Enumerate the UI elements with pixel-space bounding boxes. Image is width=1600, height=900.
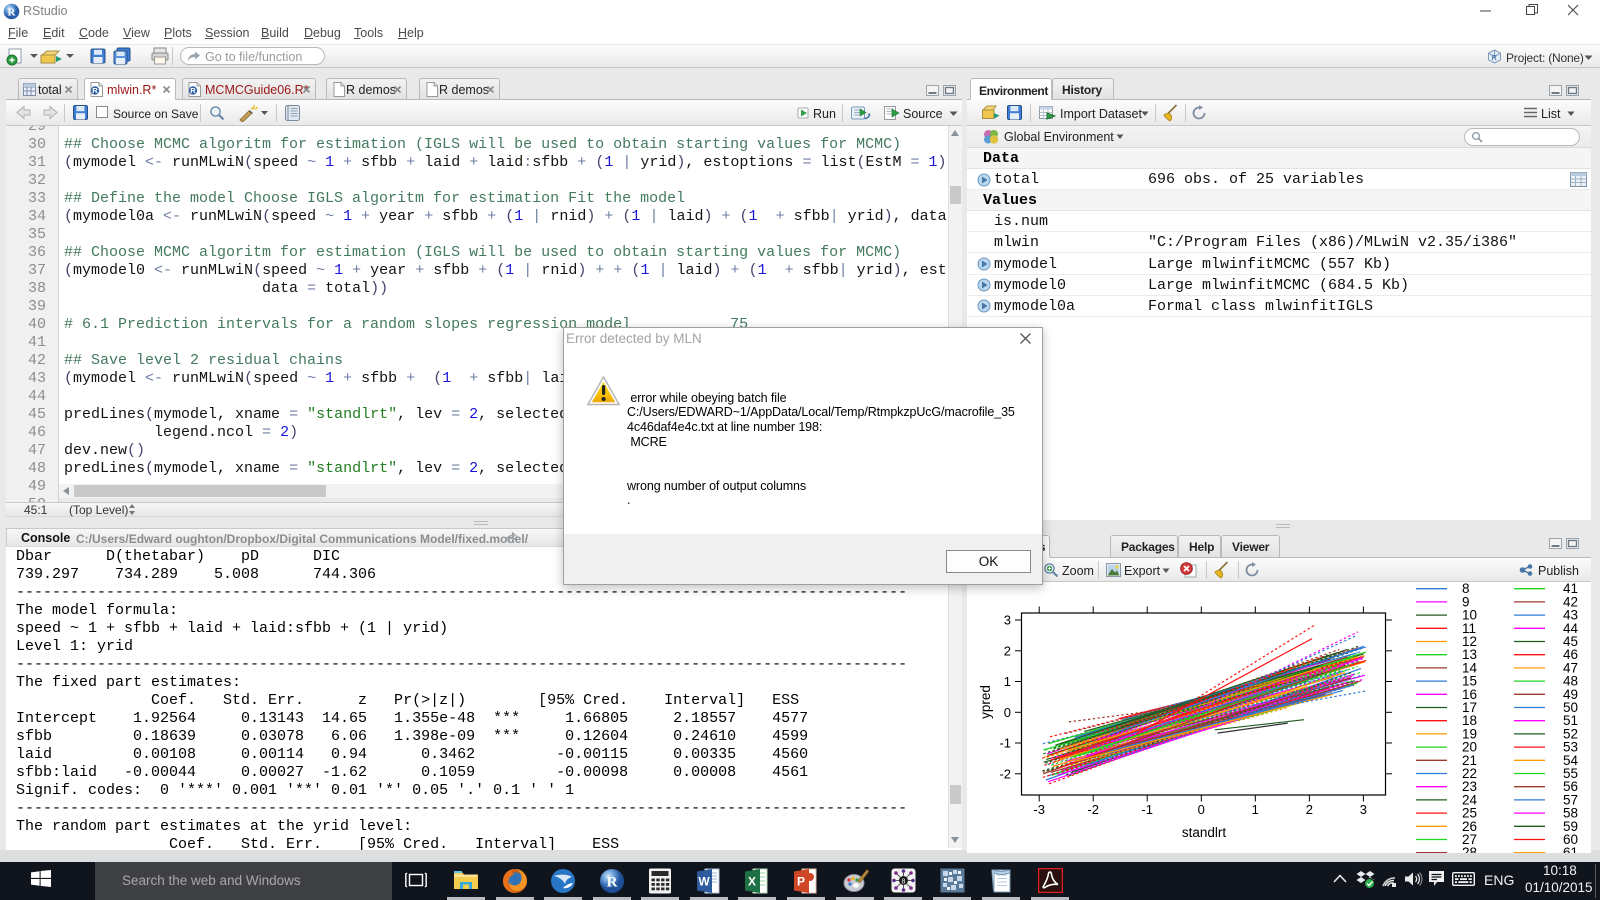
- svg-text:0: 0: [1198, 802, 1205, 817]
- svg-text:standlrt: standlrt: [1182, 825, 1227, 840]
- svg-text:R: R: [607, 875, 618, 891]
- svg-text:R: R: [92, 86, 98, 95]
- svg-text:1: 1: [1004, 674, 1011, 689]
- svg-text:-2: -2: [1087, 802, 1099, 817]
- svg-text:W: W: [698, 875, 710, 889]
- svg-text:8: 8: [902, 879, 906, 886]
- svg-text:-1: -1: [1141, 802, 1153, 817]
- svg-text:P: P: [797, 875, 805, 889]
- svg-text:R: R: [1492, 55, 1497, 62]
- svg-text:-3: -3: [1033, 802, 1045, 817]
- svg-text:R: R: [190, 86, 196, 95]
- svg-text:ypred: ypred: [978, 685, 993, 719]
- svg-text:-2: -2: [999, 766, 1011, 781]
- svg-text:-1: -1: [999, 736, 1011, 751]
- svg-text:28: 28: [1462, 845, 1477, 853]
- svg-text:1: 1: [1252, 802, 1259, 817]
- svg-text:3: 3: [1004, 613, 1011, 628]
- svg-text:0: 0: [1004, 705, 1011, 720]
- svg-text:3: 3: [1360, 802, 1367, 817]
- svg-text:61: 61: [1563, 845, 1578, 853]
- svg-text:R: R: [8, 6, 17, 18]
- svg-text:2: 2: [1306, 802, 1313, 817]
- svg-text:X: X: [748, 875, 756, 889]
- svg-text:2: 2: [1004, 643, 1011, 658]
